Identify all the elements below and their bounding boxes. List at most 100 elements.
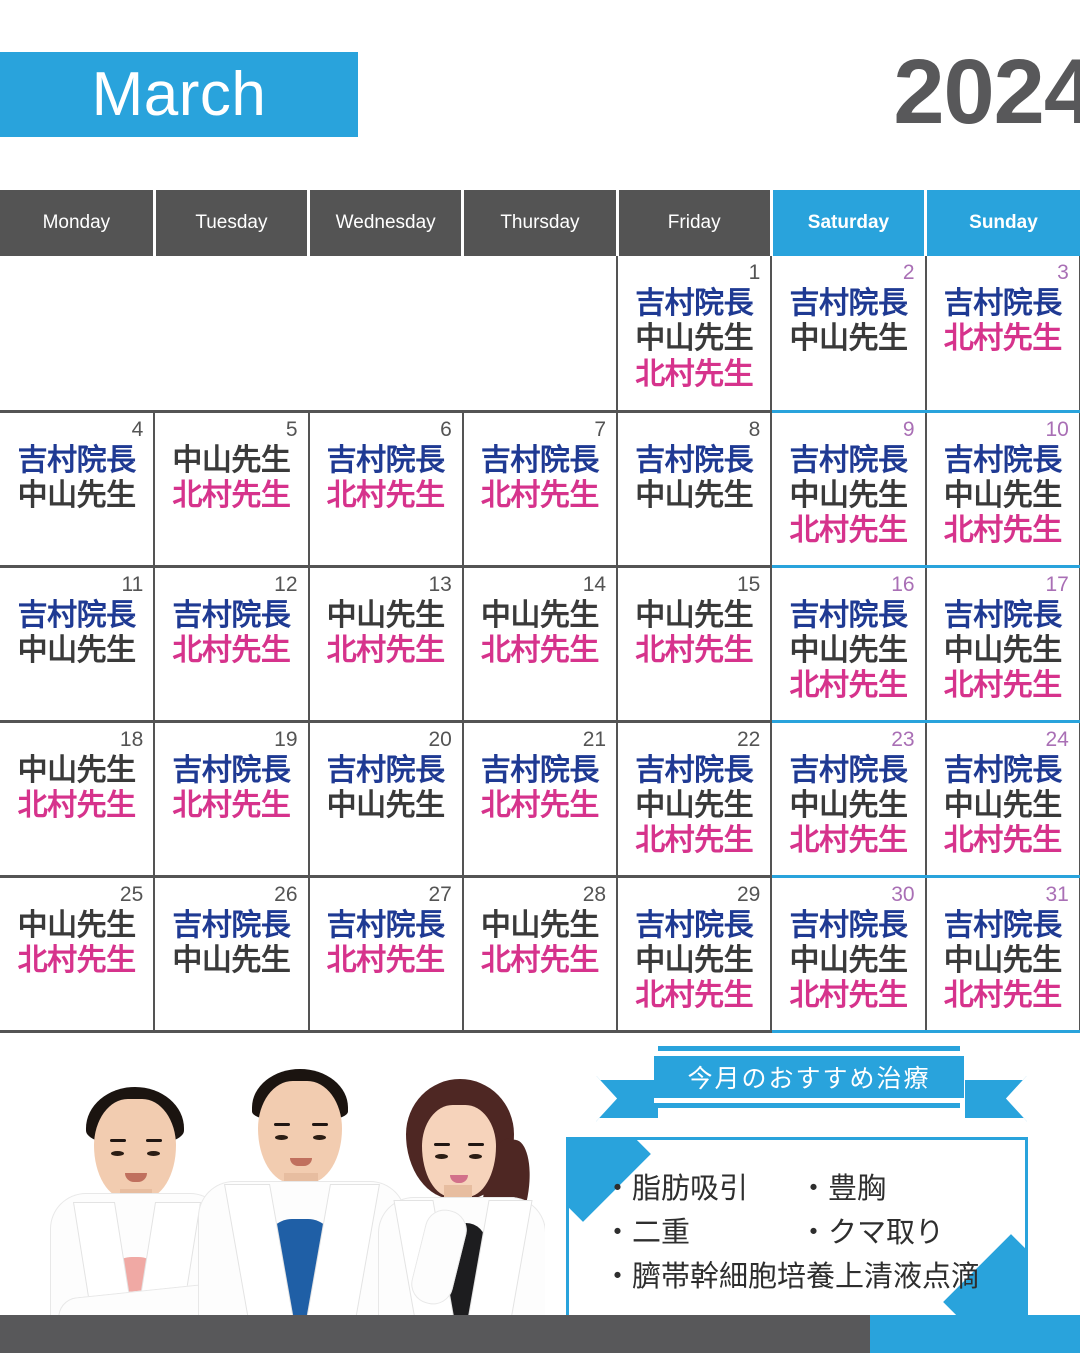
treatment-row: ・脂肪吸引 ・豊胸 xyxy=(603,1166,1025,1210)
day-cell-2[interactable]: 2 吉村院長 中山先生 xyxy=(770,256,926,413)
ribbon-banner: 今月のおすすめ治療 xyxy=(558,1050,1063,1129)
eye-shape xyxy=(275,1134,288,1140)
day-cell-28[interactable]: 28 中山先生 北村先生 xyxy=(461,876,618,1033)
month-label: March xyxy=(91,59,267,129)
day-cell-25[interactable]: 25 中山先生 北村先生 xyxy=(0,876,155,1033)
doctor-name-list: 吉村院長 中山先生 北村先生 xyxy=(937,753,1069,859)
day-cell-7[interactable]: 7 吉村院長 北村先生 xyxy=(461,411,618,568)
doctor-name: 吉村院長 xyxy=(789,752,908,788)
day-cell-23[interactable]: 23 吉村院長 中山先生 北村先生 xyxy=(770,721,926,878)
doctor-name-list: 中山先生 北村先生 xyxy=(10,908,143,979)
day-cell-15[interactable]: 15 中山先生 北村先生 xyxy=(616,566,772,723)
doctor-name: 吉村院長 xyxy=(17,597,137,633)
day-number: 13 xyxy=(428,572,452,596)
day-cell-4[interactable]: 4 吉村院長 中山先生 xyxy=(0,411,155,568)
day-cell-16[interactable]: 16 吉村院長 中山先生 北村先生 xyxy=(770,566,926,723)
doctor-name: 吉村院長 xyxy=(943,752,1063,788)
doctor-name: 中山先生 xyxy=(789,477,908,513)
doctor-name: 北村先生 xyxy=(943,513,1063,549)
day-cell-21[interactable]: 21 吉村院長 北村先生 xyxy=(461,721,618,878)
doctor-name: 北村先生 xyxy=(789,978,908,1014)
day-number: 25 xyxy=(119,882,144,906)
doctor-name-list: 吉村院長 中山先生 北村先生 xyxy=(937,443,1069,549)
doctor-name-list: 吉村院長 中山先生 北村先生 xyxy=(937,598,1069,704)
day-cell-31[interactable]: 31 吉村院長 中山先生 北村先生 xyxy=(924,876,1080,1033)
doctor-name: 吉村院長 xyxy=(943,907,1063,943)
day-cell-22[interactable]: 22 吉村院長 中山先生 北村先生 xyxy=(616,721,772,878)
treatment-box: ・脂肪吸引 ・豊胸 ・二重 ・クマ取り ・臍帯幹細胞培養上清液点滴 xyxy=(566,1136,1028,1319)
doctor-name: 吉村院長 xyxy=(943,597,1063,633)
day-cell-3[interactable]: 3 吉村院長 北村先生 xyxy=(924,256,1080,413)
doctor-name: 北村先生 xyxy=(789,513,908,549)
day-cell-29[interactable]: 29 吉村院長 中山先生 北村先生 xyxy=(616,876,772,1033)
doctor-name: 北村先生 xyxy=(789,668,908,704)
day-cell-13[interactable]: 13 中山先生 北村先生 xyxy=(307,566,463,723)
day-cell-11[interactable]: 11 吉村院長 中山先生 xyxy=(0,566,155,723)
day-number: 14 xyxy=(582,572,607,596)
doctor-name: 北村先生 xyxy=(635,356,754,392)
day-cell-17[interactable]: 17 吉村院長 中山先生 北村先生 xyxy=(924,566,1080,723)
doctor-name-list: 吉村院長 中山先生 xyxy=(10,598,143,669)
doctor-name: 中山先生 xyxy=(635,477,754,513)
eye-shape xyxy=(147,1150,160,1156)
day-cell-18[interactable]: 18 中山先生 北村先生 xyxy=(0,721,155,878)
doctor-name: 吉村院長 xyxy=(326,907,446,943)
doctor-name-list: 吉村院長 中山先生 xyxy=(165,908,297,979)
doctor-name: 吉村院長 xyxy=(17,442,137,478)
doctor-name: 中山先生 xyxy=(635,942,754,978)
doctor-name: 北村先生 xyxy=(480,632,600,668)
day-number: 1 xyxy=(748,261,761,284)
head-shape xyxy=(422,1104,496,1197)
day-cell-14[interactable]: 14 中山先生 北村先生 xyxy=(461,566,618,723)
doctor-name: 吉村院長 xyxy=(635,752,754,788)
ribbon-title: 今月のおすすめ治療 xyxy=(687,1063,931,1093)
day-cell-24[interactable]: 24 吉村院長 中山先生 北村先生 xyxy=(924,721,1080,878)
ribbon-center: 今月のおすすめ治療 xyxy=(654,1050,964,1103)
day-number: 9 xyxy=(902,417,915,441)
treatment-item: ・豊胸 xyxy=(799,1170,887,1205)
eye-shape xyxy=(111,1150,124,1156)
day-number: 30 xyxy=(891,882,915,906)
doctor-name-list: 吉村院長 中山先生 xyxy=(628,443,760,514)
day-cell-10[interactable]: 10 吉村院長 中山先生 北村先生 xyxy=(924,411,1080,568)
doctor-name: 中山先生 xyxy=(943,477,1063,513)
day-number: 10 xyxy=(1045,417,1069,441)
day-cell-27[interactable]: 27 吉村院長 北村先生 xyxy=(307,876,463,1033)
doctor-name: 北村先生 xyxy=(326,477,446,513)
weekday-header-saturday: Saturday xyxy=(769,190,928,256)
day-cell-26[interactable]: 26 吉村院長 中山先生 xyxy=(153,876,309,1033)
day-cell-1[interactable]: 1 吉村院長 中山先生 北村先生 xyxy=(616,256,772,413)
doctor-name: 中山先生 xyxy=(789,632,908,668)
doctor-name: 中山先生 xyxy=(480,907,600,943)
day-cell-20[interactable]: 20 吉村院長 中山先生 xyxy=(307,721,463,878)
doctor-name: 北村先生 xyxy=(172,477,291,513)
ribbon-tail-left-icon xyxy=(596,1075,658,1122)
brow-shape xyxy=(468,1142,484,1146)
day-cell-6[interactable]: 6 吉村院長 北村先生 xyxy=(307,411,463,568)
day-cell-8[interactable]: 8 吉村院長 中山先生 xyxy=(616,411,772,568)
day-cell-19[interactable]: 19 吉村院長 北村先生 xyxy=(153,721,309,878)
doctor-name-list: 吉村院長 北村先生 xyxy=(937,286,1069,357)
day-cell-12[interactable]: 12 吉村院長 北村先生 xyxy=(153,566,309,723)
calendar-table: Monday Tuesday Wednesday Thursday Friday Satu… xyxy=(0,190,1080,1033)
footer-bar xyxy=(0,1314,1080,1353)
weekday-header-row: Monday Tuesday Wednesday Thursday Friday Satu… xyxy=(0,190,1080,256)
day-cell-30[interactable]: 30 吉村院長 中山先生 北村先生 xyxy=(770,876,926,1033)
doctor-name: 吉村院長 xyxy=(326,442,446,478)
mouth-shape xyxy=(125,1172,147,1182)
day-cell-9[interactable]: 9 吉村院長 中山先生 北村先生 xyxy=(770,411,926,568)
doctor-name-list: 中山先生 北村先生 xyxy=(628,598,760,669)
day-number: 22 xyxy=(736,727,761,751)
promo-section: 今月のおすすめ治療 ・脂肪吸引 ・豊胸 ・二重 ・クマ取り ・臍帯幹細胞培養上清液点滴 xyxy=(558,1050,1063,1319)
doctor-name-list: 中山先生 北村先生 xyxy=(474,908,606,979)
footer-bar-gray xyxy=(0,1314,870,1353)
doctor-name-list: 中山先生 北村先生 xyxy=(320,598,452,669)
doctor-name: 中山先生 xyxy=(17,907,137,943)
calendar-week-row: 1 吉村院長 中山先生 北村先生 2 吉村院長 中山先生 3 吉村院長 北村先生 xyxy=(0,256,1080,413)
day-cell-5[interactable]: 5 中山先生 北村先生 xyxy=(153,411,309,568)
eye-shape xyxy=(435,1153,448,1159)
doctor-name: 北村先生 xyxy=(17,942,137,978)
year-label: 2024 xyxy=(893,41,1080,143)
weekday-header-sunday: Sunday xyxy=(924,190,1080,256)
doctor-name: 中山先生 xyxy=(789,942,908,978)
